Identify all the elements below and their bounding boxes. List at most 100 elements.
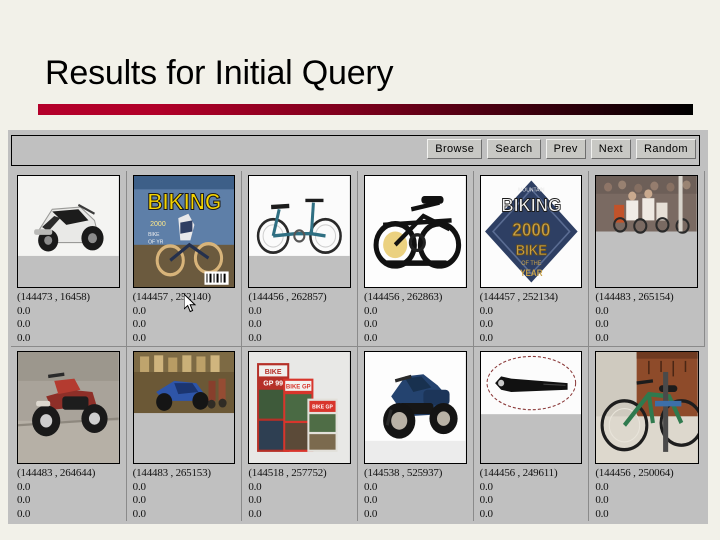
result-score: 0.0 [479,331,493,344]
result-coordinates: (144457 , 252134) [479,291,558,303]
svg-text:OF YR: OF YR [148,240,163,246]
bike-gp-99-video-boxes-image: BIKE GP 99 BIKE GP BIKE GP [249,352,350,463]
result-score: 0.0 [479,480,493,493]
result-coordinates: (144483 , 265154) [595,291,674,303]
svg-text:OF THE: OF THE [521,261,541,267]
blue-scooter-showroom-image [133,352,235,463]
result-score: 0.0 [595,480,609,493]
result-thumbnail[interactable] [248,175,351,288]
result-cell[interactable]: (144456 , 262857) 0.0 0.0 0.0 [242,171,358,346]
toolbar-button-group: Browse Search Prev Next Random [427,139,696,159]
white-motor-scooter-photo-image [18,176,119,287]
folded-black-bicycle-image [364,176,466,287]
result-cell[interactable]: (144483 , 265154) 0.0 0.0 0.0 [589,171,705,346]
result-score: 0.0 [595,494,609,506]
svg-text:GP 99: GP 99 [264,378,284,387]
result-thumbnail[interactable] [479,351,583,464]
result-thumbnail[interactable] [17,351,120,464]
result-coordinates: (144457 , 252140) [132,291,211,303]
result-score: 0.0 [17,318,31,330]
green-bicycle-on-rack-image [596,352,698,463]
result-metadata: (144473 , 16458) 0.0 0.0 0.0 [17,291,124,345]
app-toolbar: Browse Search Prev Next Random [11,135,700,166]
result-metadata: (144456 , 249611) 0.0 0.0 0.0 [480,467,587,521]
result-score: 0.0 [363,494,378,506]
result-cell[interactable]: (144456 , 262863) 0.0 0.0 0.0 [357,171,474,346]
result-score: 0.0 [248,480,262,493]
red-motorcycle-on-street-image [18,352,119,463]
result-metadata: (144538 , 525937) 0.0 0.0 0.0 [364,467,471,521]
result-cell[interactable]: BIKING 2000 BIKE OF YR (144457 , 252140)… [126,171,243,346]
svg-text:2000: 2000 [150,219,166,228]
result-score: 0.0 [17,304,31,317]
result-thumbnail[interactable] [363,175,467,288]
result-thumbnail[interactable] [17,175,120,288]
result-coordinates: (144456 , 250064) [595,467,674,479]
result-thumbnail[interactable]: MOUNTAIN BIKING 2000 BIKE OF THE YEAR [479,175,583,288]
bicycle-race-crowd-photo-image [596,176,697,287]
svg-text:BIKE: BIKE [148,232,160,238]
svg-text:BIKE: BIKE [265,367,282,376]
svg-text:MOUNTAIN: MOUNTAIN [518,187,545,193]
result-thumbnail[interactable] [363,351,467,464]
results-grid: (144473 , 16458) 0.0 0.0 0.0 BIKING 2000 BI… [11,171,705,521]
result-score: 0.0 [479,318,493,330]
result-score: 0.0 [595,507,609,520]
result-thumbnail[interactable] [595,175,698,288]
result-score: 0.0 [363,331,378,344]
result-coordinates: (144456 , 249611) [479,467,558,479]
result-metadata: (144456 , 262863) 0.0 0.0 0.0 [364,291,471,345]
svg-text:BIKE GP: BIKE GP [312,404,333,410]
result-score: 0.0 [363,480,378,493]
result-score: 0.0 [132,304,146,317]
result-thumbnail[interactable] [132,351,236,464]
result-score: 0.0 [248,507,262,520]
result-score: 0.0 [595,331,609,344]
result-cell[interactable]: (144483 , 264644) 0.0 0.0 0.0 [11,346,127,521]
result-cell[interactable]: BIKE GP 99 BIKE GP BIKE GP (144518 , 257… [242,346,358,521]
result-score: 0.0 [132,494,146,506]
result-coordinates: (144456 , 262857) [248,291,327,303]
random-button[interactable]: Random [636,139,696,159]
result-score: 0.0 [248,331,262,344]
result-metadata: (144457 , 252140) 0.0 0.0 0.0 [133,291,240,345]
result-score: 0.0 [248,318,262,330]
result-cell[interactable]: MOUNTAIN BIKING 2000 BIKE OF THE YEAR (1… [473,171,590,346]
result-score: 0.0 [479,494,493,506]
result-coordinates: (144456 , 262863) [363,291,443,303]
svg-text:2000: 2000 [512,219,550,240]
result-coordinates: (144483 , 265153) [132,467,211,479]
result-thumbnail[interactable] [595,351,699,464]
result-coordinates: (144538 , 525937) [363,467,443,479]
browse-button[interactable]: Browse [427,139,483,159]
result-coordinates: (144518 , 257752) [248,467,327,479]
result-thumbnail[interactable]: BIKE GP 99 BIKE GP BIKE GP [248,351,351,464]
result-cell[interactable]: (144456 , 250064) 0.0 0.0 0.0 [589,346,705,521]
result-metadata: (144483 , 265153) 0.0 0.0 0.0 [133,467,240,521]
next-button[interactable]: Next [590,139,632,159]
result-score: 0.0 [479,507,493,520]
result-metadata: (144483 , 264644) 0.0 0.0 0.0 [17,467,124,521]
result-cell[interactable]: (144538 , 525937) 0.0 0.0 0.0 [357,346,474,521]
result-cell[interactable]: (144473 , 16458) 0.0 0.0 0.0 [11,171,127,346]
blue-touring-motorcycle-image [364,352,466,463]
result-cell[interactable]: (144483 , 265153) 0.0 0.0 0.0 [126,346,243,521]
result-score: 0.0 [363,507,378,520]
result-coordinates: (144473 , 16458) [17,291,90,303]
result-score: 0.0 [363,318,378,330]
result-metadata: (144456 , 262857) 0.0 0.0 0.0 [248,291,355,345]
result-thumbnail[interactable]: BIKING 2000 BIKE OF YR [132,175,236,288]
black-bike-part-in-oval-image [480,352,582,463]
title-underline-rule [38,104,693,115]
result-score: 0.0 [17,331,31,344]
svg-text:BIKE GP: BIKE GP [286,383,312,390]
result-score: 0.0 [595,318,609,330]
search-button[interactable]: Search [487,139,541,159]
biking-magazine-cover-image: BIKING 2000 BIKE OF YR [133,176,235,287]
result-score: 0.0 [17,507,31,520]
prev-button[interactable]: Prev [545,139,586,159]
presentation-slide: Results for Initial Query Browse Search Pr… [0,0,720,540]
result-score: 0.0 [479,304,493,317]
result-coordinates: (144483 , 264644) [17,467,96,479]
result-cell[interactable]: (144456 , 249611) 0.0 0.0 0.0 [473,346,590,521]
